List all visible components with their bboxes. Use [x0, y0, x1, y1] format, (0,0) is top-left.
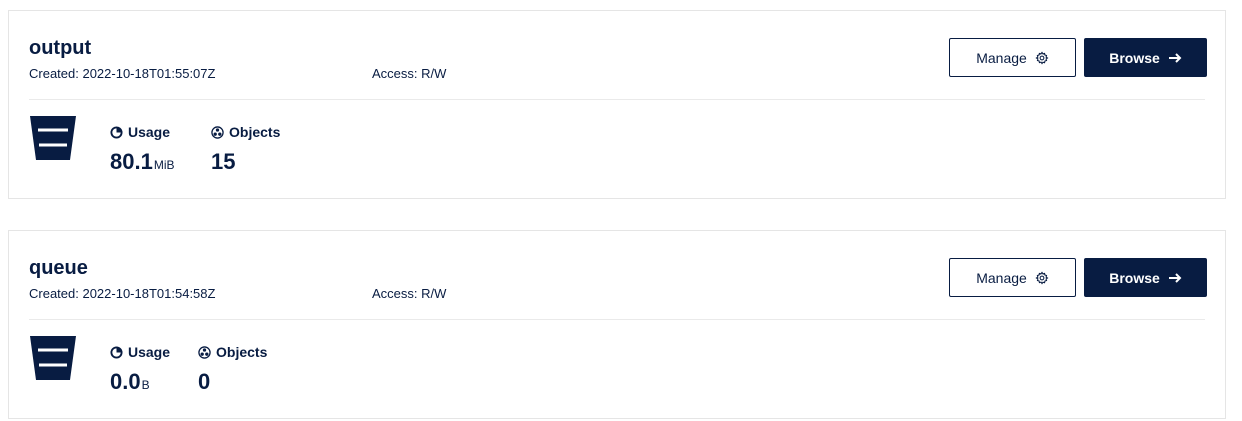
usage-label: Usage	[128, 344, 171, 360]
usage-stat: Usage 0.0B	[110, 343, 170, 398]
arrow-right-icon	[1168, 51, 1182, 65]
objects-value: 15	[211, 149, 236, 174]
bucket-name[interactable]: output	[29, 35, 91, 61]
usage-value: 80.1	[110, 149, 153, 174]
bucket-list: output Created: 2022-10-18T01:55:07Z Acc…	[0, 0, 1242, 421]
gear-icon	[1035, 51, 1049, 65]
gear-icon	[1035, 271, 1049, 285]
bucket-access: Access: R/W	[372, 66, 447, 81]
bucket-name[interactable]: queue	[29, 255, 88, 281]
objects-icon	[198, 345, 211, 359]
browse-button[interactable]: Browse	[1084, 38, 1207, 77]
bucket-card: queue Created: 2022-10-18T01:54:58Z Acce…	[8, 230, 1226, 419]
bucket-created-date: Created: 2022-10-18T01:54:58Z	[29, 286, 216, 301]
manage-button[interactable]: Manage	[949, 38, 1076, 77]
objects-stat: Objects 15	[211, 123, 280, 175]
usage-label: Usage	[128, 124, 171, 140]
divider	[29, 99, 1205, 100]
manage-button[interactable]: Manage	[949, 258, 1076, 297]
bucket-access: Access: R/W	[372, 286, 447, 301]
objects-icon	[211, 125, 224, 139]
bucket-icon	[29, 114, 77, 162]
browse-button[interactable]: Browse	[1084, 258, 1207, 297]
bucket-icon	[29, 334, 77, 382]
bucket-card: output Created: 2022-10-18T01:55:07Z Acc…	[8, 10, 1226, 199]
objects-label: Objects	[229, 124, 281, 140]
browse-button-label: Browse	[1109, 49, 1160, 66]
objects-value: 0	[198, 369, 211, 394]
browse-button-label: Browse	[1109, 269, 1160, 286]
pie-chart-icon	[110, 125, 123, 139]
usage-stat: Usage 80.1MiB	[110, 123, 175, 178]
usage-value: 0.0	[110, 369, 141, 394]
bucket-created-date: Created: 2022-10-18T01:55:07Z	[29, 66, 216, 81]
manage-button-label: Manage	[976, 269, 1027, 286]
objects-stat: Objects 0	[198, 343, 267, 395]
objects-label: Objects	[216, 344, 268, 360]
arrow-right-icon	[1168, 271, 1182, 285]
divider	[29, 319, 1205, 320]
pie-chart-icon	[110, 345, 123, 359]
usage-unit: B	[141, 378, 150, 392]
manage-button-label: Manage	[976, 49, 1027, 66]
usage-unit: MiB	[153, 158, 175, 172]
